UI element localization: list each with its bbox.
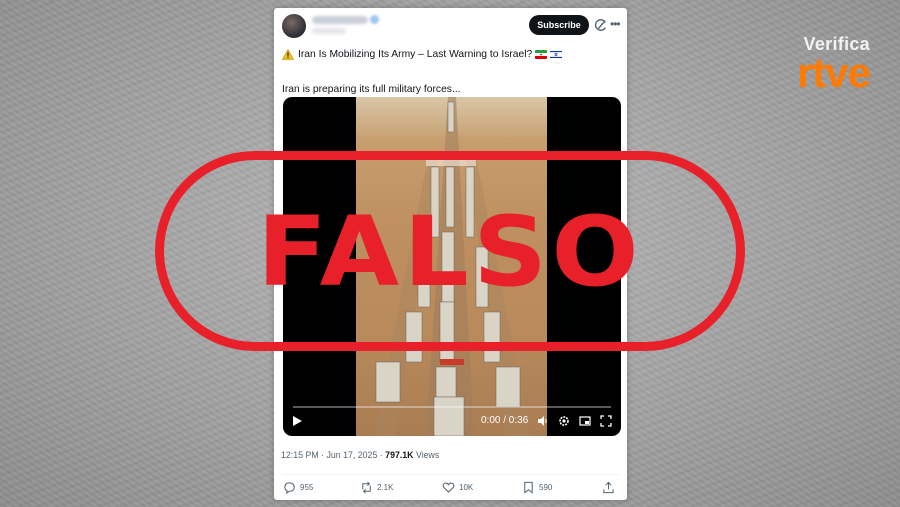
pip-icon[interactable] [579, 415, 591, 427]
tweet-meta: 12:15 PM · Jun 17, 2025 · 797.1K Views [281, 450, 439, 460]
repost-icon [362, 481, 371, 494]
views-label: Views [413, 450, 440, 460]
falso-stamp-text: FALSO [256, 196, 644, 308]
grok-icon[interactable] [594, 18, 608, 32]
tweet-actions: 955 2.1K 10K 590 [274, 478, 627, 498]
tweet-header: Subscribe ••• [274, 8, 627, 44]
fullscreen-icon[interactable] [600, 415, 612, 427]
like-button[interactable]: 10K [442, 481, 473, 494]
tweet-datetime[interactable]: 12:15 PM · Jun 17, 2025 · [281, 450, 385, 460]
tweet-headline: Iran Is Mobilizing Its Army – Last Warni… [282, 49, 563, 60]
reply-button[interactable]: 955 [283, 481, 313, 494]
like-count: 10K [459, 483, 474, 492]
blurred-handle[interactable] [312, 28, 346, 34]
views-count: 797.1K [385, 450, 414, 460]
brand-rtve: rtve [796, 49, 871, 96]
israel-flag-icon [550, 50, 563, 59]
verifica-rtve-logo: Verifica rtve [758, 34, 871, 96]
headline-text: Iran Is Mobilizing Its Army – Last Warni… [298, 49, 533, 60]
warning-icon [282, 49, 294, 60]
bookmark-count: 590 [539, 483, 553, 492]
avatar[interactable] [282, 14, 306, 38]
heart-icon [442, 482, 455, 493]
reply-icon [284, 482, 295, 494]
bookmark-button[interactable]: 590 [522, 481, 552, 494]
bookmark-icon [524, 481, 533, 494]
more-options-icon[interactable]: ••• [610, 17, 621, 31]
video-time: 0:00 / 0:36 [481, 415, 529, 426]
reply-count: 955 [300, 483, 314, 492]
video-progress-bar[interactable] [293, 406, 611, 408]
subscribe-button[interactable]: Subscribe [529, 15, 589, 35]
tweet-body: Iran is preparing its full military forc… [282, 84, 461, 95]
share-button[interactable] [602, 481, 619, 494]
share-icon [603, 481, 614, 494]
volume-icon[interactable] [537, 415, 549, 427]
blurred-display-name[interactable] [312, 16, 368, 24]
repost-button[interactable]: 2.1K [360, 481, 393, 494]
iran-flag-icon [535, 50, 548, 59]
verified-badge-icon [370, 15, 379, 24]
video-controls: 0:00 / 0:36 [283, 402, 621, 436]
play-icon[interactable] [293, 416, 302, 426]
repost-count: 2.1K [377, 483, 394, 492]
settings-icon[interactable] [558, 415, 570, 427]
divider [282, 474, 619, 475]
